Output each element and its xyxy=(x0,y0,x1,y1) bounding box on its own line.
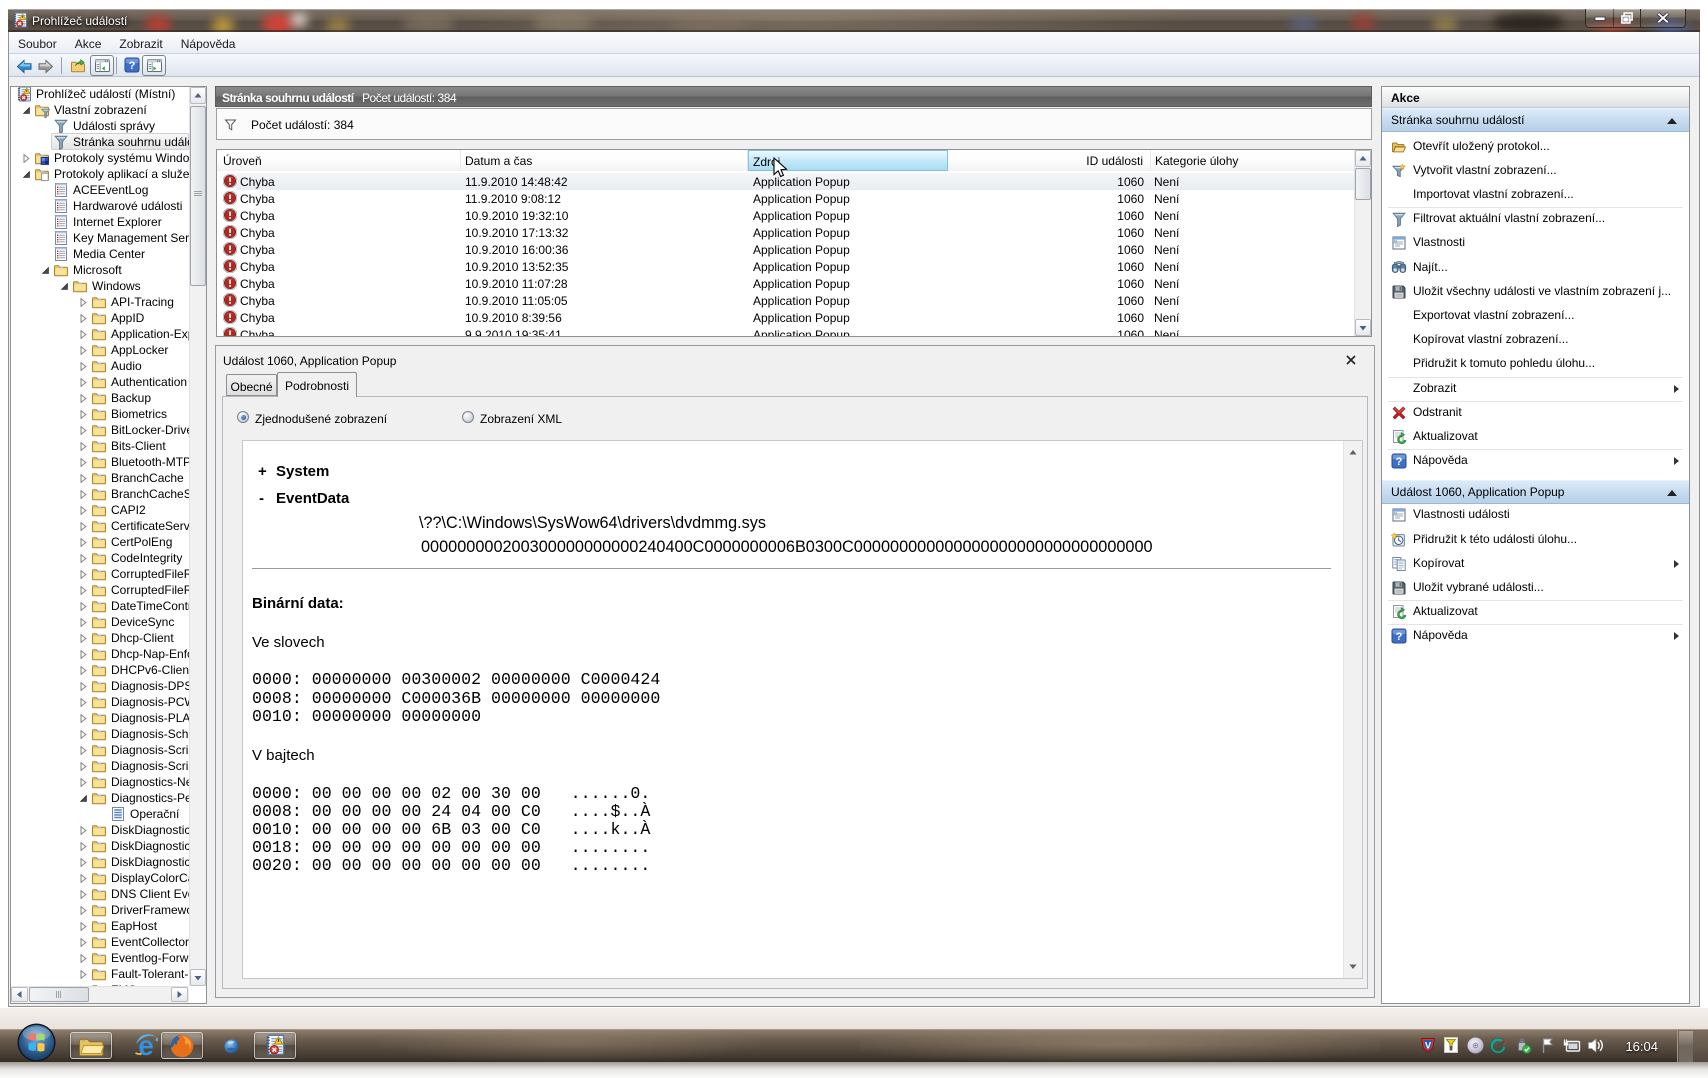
svg-text:?: ? xyxy=(1396,631,1403,643)
svg-text:?: ? xyxy=(1396,456,1403,468)
svg-text:?: ? xyxy=(129,60,136,72)
svg-text:V: V xyxy=(1425,1041,1432,1052)
